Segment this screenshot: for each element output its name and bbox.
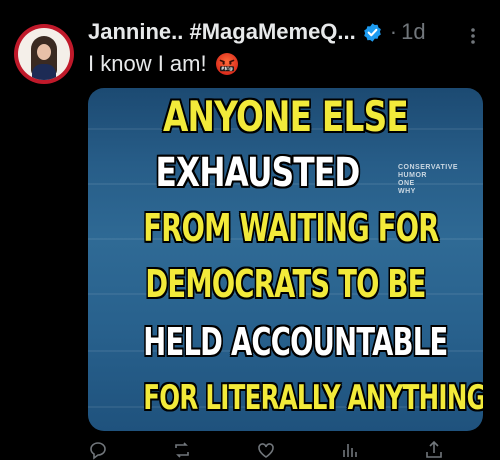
post[interactable]: Jannine.. #MagaMemeQ... · 1d I know I am… — [0, 0, 500, 460]
meme-line-3: FROM WAITING FOR — [143, 206, 439, 250]
post-text: I know I am! #$!@ — [88, 51, 239, 77]
avatar[interactable] — [14, 24, 74, 84]
reply-icon[interactable] — [88, 440, 108, 460]
meme-line-4: DEMOCRATS TO BE — [145, 262, 426, 306]
more-options-icon[interactable] — [466, 26, 480, 46]
meme-line-6: FOR LITERALLY ANYTHING? — [143, 378, 483, 418]
verified-badge-icon — [363, 22, 381, 42]
share-icon[interactable] — [424, 440, 444, 460]
image-watermark: CONSERVATIVE HUMOR ONE WHY — [398, 164, 459, 195]
post-header: Jannine.. #MagaMemeQ... · 1d — [88, 16, 426, 48]
post-media-image[interactable]: ANYONE ELSE EXHAUSTED FROM WAITING FOR D… — [88, 88, 483, 431]
post-text-content: I know I am! — [88, 51, 207, 76]
cursing-face-icon: #$!@ — [215, 53, 238, 75]
separator-dot: · — [389, 19, 398, 44]
repost-icon[interactable] — [172, 440, 192, 460]
post-actions — [88, 440, 483, 460]
author-name[interactable]: Jannine.. #MagaMemeQ... — [88, 19, 356, 45]
svg-text:#$!@: #$!@ — [221, 66, 233, 71]
post-timestamp[interactable]: 1d — [401, 19, 425, 45]
meme-line-5: HELD ACCOUNTABLE — [143, 320, 448, 364]
meme-line-1: ANYONE ELSE — [162, 92, 409, 141]
avatar-photo — [18, 28, 70, 80]
like-icon[interactable] — [256, 440, 276, 460]
meme-line-2: EXHAUSTED — [155, 150, 361, 196]
views-icon[interactable] — [340, 440, 360, 460]
